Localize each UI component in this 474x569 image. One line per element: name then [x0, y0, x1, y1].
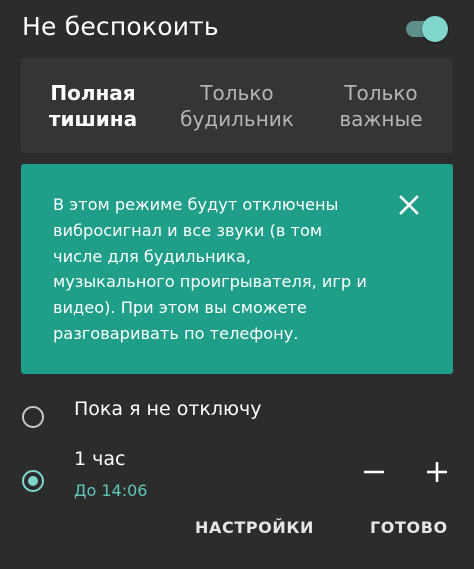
mode-selector: Полная тишина Только будильник Только ва… — [21, 58, 453, 153]
radio-dot — [27, 475, 38, 486]
info-card: В этом режиме будут отключены вибросигна… — [21, 164, 453, 374]
option-one-hour-until: До 14:06 — [74, 481, 148, 500]
mode-alarms-only[interactable]: Только будильник — [165, 58, 309, 153]
close-icon — [399, 195, 419, 215]
radio-until-off[interactable] — [22, 406, 44, 428]
mode-priority-only[interactable]: Только важные — [309, 58, 453, 153]
info-text: В этом режиме будут отключены вибросигна… — [53, 195, 367, 343]
dnd-toggle[interactable] — [404, 15, 448, 42]
mode-total-silence[interactable]: Полная тишина — [21, 58, 165, 153]
toggle-thumb — [422, 16, 448, 42]
decrease-duration-button[interactable] — [356, 454, 392, 490]
settings-button[interactable]: НАСТРОЙКИ — [195, 518, 314, 537]
increase-duration-button[interactable] — [419, 454, 455, 490]
close-info-button[interactable] — [395, 191, 423, 219]
minus-icon — [364, 470, 384, 474]
option-until-off[interactable]: Пока я не отключу — [0, 390, 474, 440]
panel-title: Не беспокоить — [22, 12, 219, 41]
option-until-off-label: Пока я не отключу — [74, 398, 262, 420]
header: Не беспокоить — [0, 0, 474, 58]
radio-one-hour[interactable] — [22, 470, 44, 492]
option-one-hour-label: 1 час — [74, 448, 126, 470]
option-one-hour[interactable]: 1 час До 14:06 — [0, 440, 474, 510]
plus-icon — [427, 462, 447, 482]
do-not-disturb-panel: Не беспокоить Полная тишина Только будил… — [0, 0, 474, 569]
done-button[interactable]: ГОТОВО — [370, 518, 448, 537]
